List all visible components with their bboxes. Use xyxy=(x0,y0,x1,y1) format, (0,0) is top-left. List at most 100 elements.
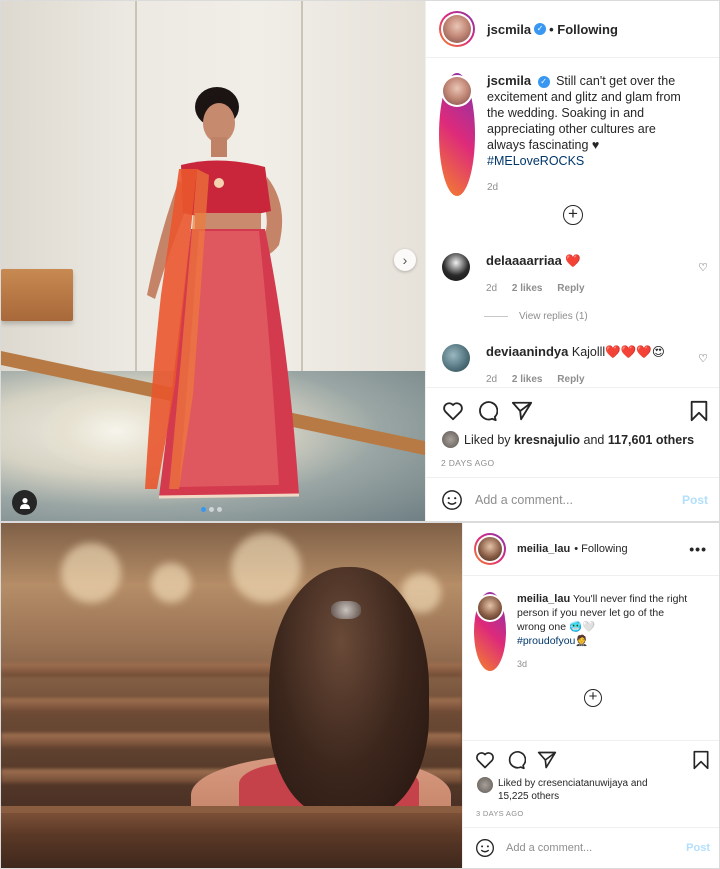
caption-avatar[interactable] xyxy=(474,592,506,671)
post-time-ago[interactable]: 3 DAYS AGO xyxy=(476,809,523,818)
like-heart-icon[interactable] xyxy=(442,400,464,422)
comment-bubble-icon[interactable] xyxy=(476,400,498,422)
comment-meta: 2d 2 likes Reply xyxy=(486,374,665,385)
bookmark-icon[interactable] xyxy=(691,750,711,770)
comment-item: delaaaarriaa ❤️ 2d 2 likes Reply ♡ xyxy=(442,253,708,294)
load-more-comments-button[interactable]: + xyxy=(563,205,583,225)
carousel-indicator xyxy=(201,507,222,512)
wooden-shelf xyxy=(1,269,73,321)
liked-by-prefix: Liked by xyxy=(464,432,511,447)
carousel-dot-active xyxy=(201,507,206,512)
post-card-2: meilia_lau • Following ••• meilia_lau Yo… xyxy=(0,522,720,869)
share-paper-plane-icon[interactable] xyxy=(511,400,533,422)
bokeh-light xyxy=(61,543,121,603)
comment-text: Kajolll❤️❤️❤️😍 xyxy=(571,345,665,359)
comment-time[interactable]: 2d xyxy=(486,374,497,385)
post-card-1: › jscmila ✓ • Following jscmila ✓ Still … xyxy=(0,0,720,522)
avatar-image xyxy=(478,537,502,561)
post-side-panel-1: jscmila ✓ • Following jscmila ✓ Still ca… xyxy=(425,1,719,521)
post-actions: Liked by cresenciatanuwijaya and 15,225 … xyxy=(463,740,719,824)
caption-text-block: meilia_lau You'll never find the right p… xyxy=(517,592,692,671)
username-link[interactable]: meilia_lau xyxy=(517,543,570,555)
comment-like-heart-icon[interactable]: ♡ xyxy=(698,261,708,274)
caption-avatar[interactable] xyxy=(439,73,475,196)
username-link[interactable]: jscmila xyxy=(487,22,531,37)
avatar-image xyxy=(443,77,471,105)
hashtag-link[interactable]: #MELoveROCKS xyxy=(487,154,584,168)
comment-likes[interactable]: 2 likes xyxy=(512,283,543,294)
liked-by-prefix: Liked by xyxy=(498,778,536,789)
liked-by-and: and xyxy=(630,778,648,789)
follow-status[interactable]: • Following xyxy=(549,22,618,37)
post-header: meilia_lau • Following ••• xyxy=(463,523,719,576)
post-photo-1[interactable]: › xyxy=(1,1,425,521)
liked-by-others-link[interactable]: 117,601 others xyxy=(608,433,694,447)
comment-input[interactable]: Add a comment... xyxy=(506,842,592,854)
liked-by-user-link[interactable]: kresnajulio xyxy=(514,433,580,447)
post-time-ago[interactable]: 2 DAYS AGO xyxy=(441,458,494,468)
caption-timestamp[interactable]: 2d xyxy=(487,180,693,196)
comment-item: deviaanindya Kajolll❤️❤️❤️😍 2d 2 likes R… xyxy=(442,344,708,385)
comment-text: ❤️ xyxy=(565,254,581,268)
bokeh-light xyxy=(151,563,191,603)
front-pew xyxy=(1,813,462,868)
post-header: jscmila ✓ • Following xyxy=(426,1,719,58)
bokeh-light xyxy=(231,533,301,603)
emoji-smiley-icon[interactable] xyxy=(441,489,463,511)
comment-username[interactable]: delaaaarriaa xyxy=(486,253,562,268)
post-comment-button[interactable]: Post xyxy=(686,842,710,854)
liked-by-line: Liked by cresenciatanuwijaya and 15,225 … xyxy=(477,777,677,803)
woman-in-lehenga xyxy=(145,87,300,499)
like-heart-icon[interactable] xyxy=(475,750,495,770)
bookmark-icon[interactable] xyxy=(688,400,710,422)
follow-status[interactable]: • Following xyxy=(574,543,627,555)
add-comment-bar: Add a comment... Post xyxy=(463,827,719,868)
tagged-users-button[interactable] xyxy=(12,490,37,515)
comment-meta: 2d 2 likes Reply xyxy=(486,283,585,294)
post-photo-2[interactable] xyxy=(1,523,462,868)
load-more-comments-button[interactable]: + xyxy=(584,689,602,707)
emoji-smiley-icon[interactable] xyxy=(475,838,495,858)
profile-avatar[interactable] xyxy=(474,533,506,565)
caption-text-block: jscmila ✓ Still can't get over the excit… xyxy=(487,73,693,196)
comment-reply-button[interactable]: Reply xyxy=(557,283,584,294)
liker-avatar[interactable] xyxy=(442,431,459,448)
avatar-image xyxy=(443,15,471,43)
comment-bubble-icon[interactable] xyxy=(506,750,526,770)
liked-by-and: and xyxy=(583,432,605,447)
view-replies-button[interactable]: View replies (1) xyxy=(484,311,588,322)
post-side-panel-2: meilia_lau • Following ••• meilia_lau Yo… xyxy=(462,523,719,868)
post-caption: meilia_lau You'll never find the right p… xyxy=(474,592,710,671)
caption-timestamp[interactable]: 3d xyxy=(517,657,692,671)
carousel-next-button[interactable]: › xyxy=(394,249,416,271)
liked-by-user-link[interactable]: cresenciatanuwijaya xyxy=(538,778,628,789)
carousel-dot xyxy=(217,507,222,512)
comment-input[interactable]: Add a comment... xyxy=(475,493,573,507)
more-options-icon[interactable]: ••• xyxy=(689,541,707,557)
comment-username[interactable]: deviaanindya xyxy=(486,344,568,359)
caption-username[interactable]: jscmila xyxy=(487,73,531,88)
verified-badge-icon: ✓ xyxy=(534,23,547,35)
comment-time[interactable]: 2d xyxy=(486,283,497,294)
comment-like-heart-icon[interactable]: ♡ xyxy=(698,352,708,365)
liked-by-line: Liked by kresnajulio and 117,601 others xyxy=(442,431,694,448)
verified-badge-icon: ✓ xyxy=(537,75,550,88)
caption-username[interactable]: meilia_lau xyxy=(517,593,570,605)
liked-by-others-link[interactable]: 15,225 others xyxy=(498,791,559,802)
add-comment-bar: Add a comment... Post xyxy=(426,477,719,521)
liker-avatar[interactable] xyxy=(477,777,493,793)
share-paper-plane-icon[interactable] xyxy=(537,750,557,770)
user-icon xyxy=(19,497,30,509)
comment-avatar[interactable] xyxy=(442,344,470,372)
profile-avatar[interactable] xyxy=(439,11,475,47)
comment-reply-button[interactable]: Reply xyxy=(557,374,584,385)
view-replies-label: View replies (1) xyxy=(519,311,588,322)
comment-likes[interactable]: 2 likes xyxy=(512,374,543,385)
avatar-image xyxy=(478,596,502,620)
hashtag-link[interactable]: #proudofyou🤵 xyxy=(517,635,588,647)
comment-avatar[interactable] xyxy=(442,253,470,281)
post-actions: Liked by kresnajulio and 117,601 others … xyxy=(426,387,719,475)
replies-divider xyxy=(484,316,508,317)
post-comment-button[interactable]: Post xyxy=(682,493,708,507)
carousel-dot xyxy=(209,507,214,512)
